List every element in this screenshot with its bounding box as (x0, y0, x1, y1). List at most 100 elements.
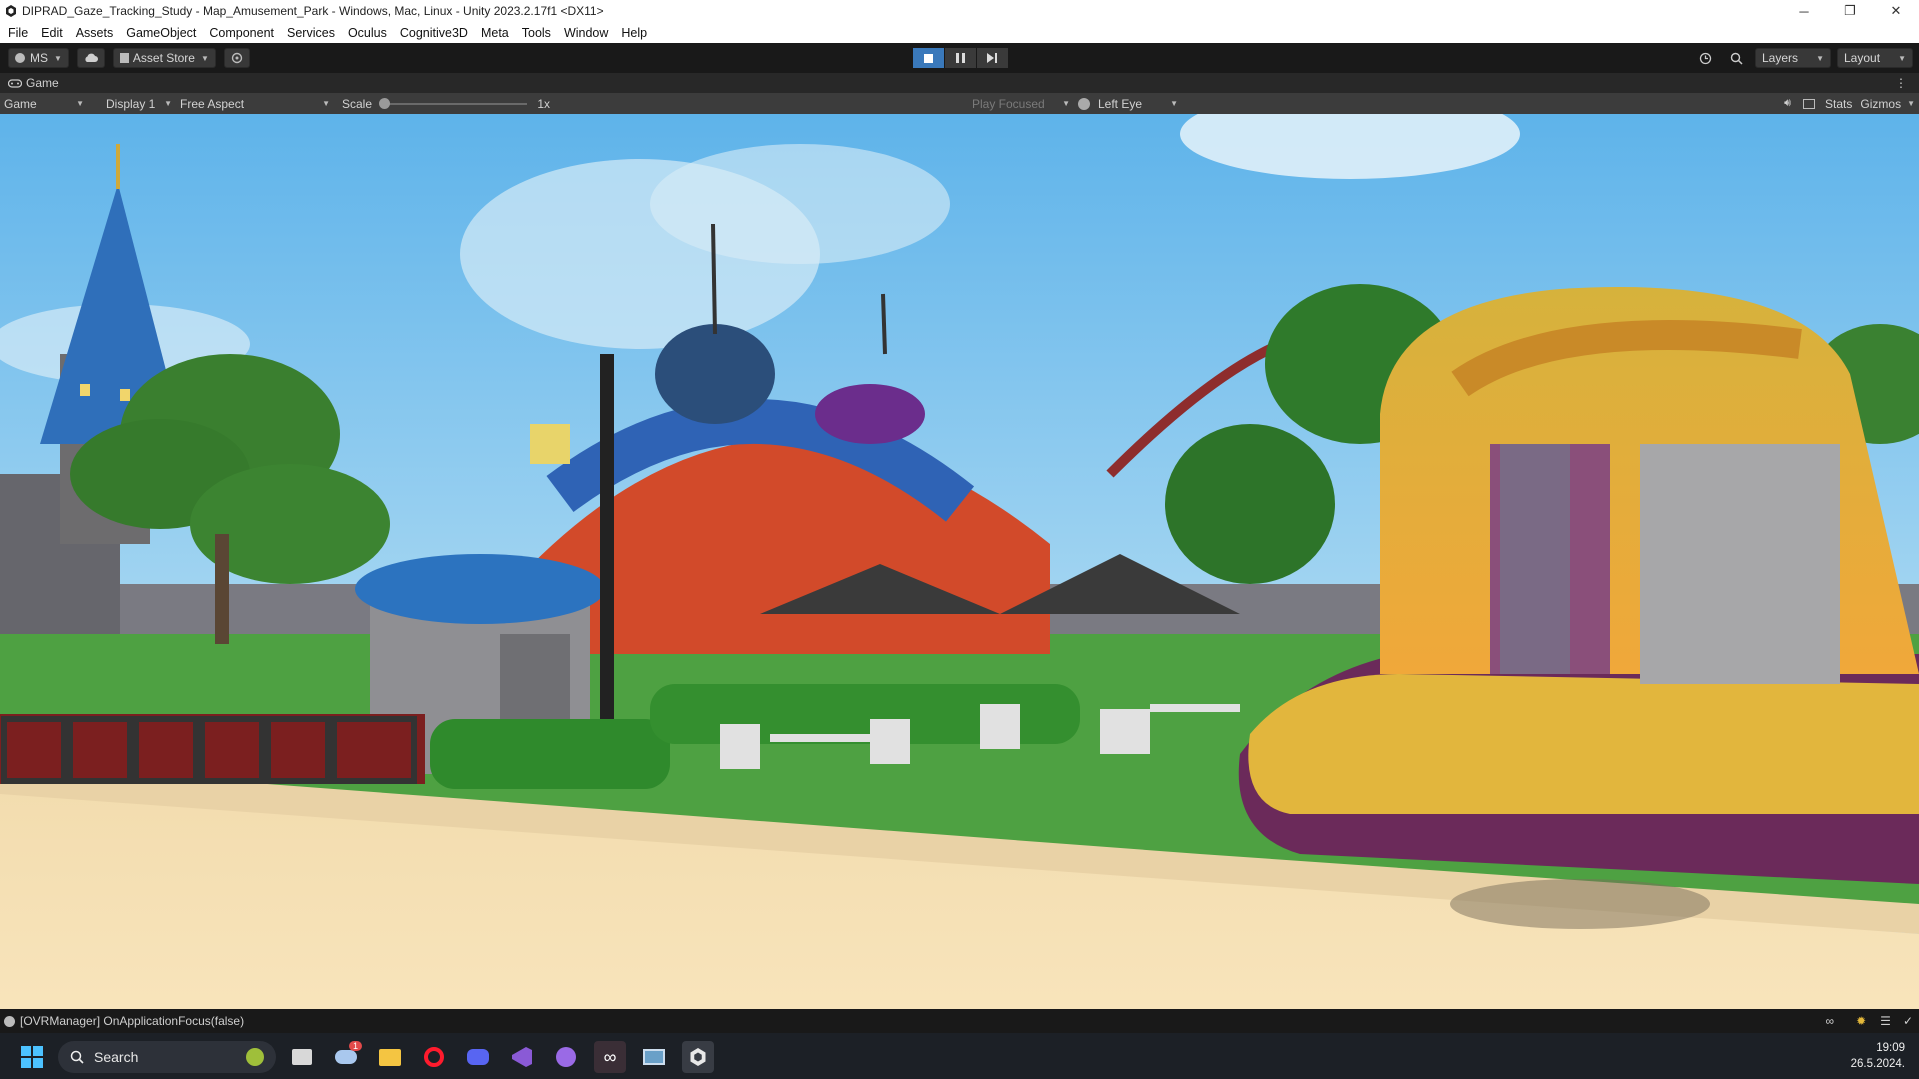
unity-icon (690, 1048, 706, 1066)
discord-icon (467, 1049, 489, 1065)
main-toolbar: MS ▼ Asset Store ▼ Layers ▼ Layout ▼ (0, 43, 1919, 73)
eye-dropdown[interactable]: Left Eye ▼ (1074, 93, 1182, 114)
asset-store-button[interactable]: Asset Store ▼ (112, 48, 216, 68)
eye-icon (1078, 97, 1090, 110)
step-button[interactable] (977, 48, 1008, 68)
meta-button[interactable]: ∞ (594, 1041, 626, 1073)
menu-window[interactable]: Window (564, 26, 608, 40)
window-titlebar: DIPRAD_Gaze_Tracking_Study - Map_Amuseme… (0, 0, 1919, 22)
menu-meta[interactable]: Meta (481, 26, 509, 40)
package-icon (231, 52, 243, 64)
scale-slider-handle[interactable] (379, 97, 391, 109)
layers-dropdown[interactable]: Layers ▼ (1755, 48, 1831, 68)
lighting-icon[interactable]: ✹ (1856, 1014, 1866, 1028)
aspect-dropdown[interactable]: Free Aspect ▼ (176, 93, 334, 114)
menu-bar: File Edit Assets GameObject Component Se… (0, 22, 1919, 43)
gizmos-caret-icon[interactable]: ▼ (1907, 99, 1915, 108)
system-clock[interactable]: 19:09 26.5.2024. (1851, 1040, 1905, 1072)
play-button[interactable] (913, 48, 944, 68)
info-icon (4, 1015, 15, 1027)
file-explorer-button[interactable] (374, 1041, 406, 1073)
game-viewport[interactable] (0, 114, 1919, 1009)
folder-icon (379, 1048, 401, 1066)
clock-date: 26.5.2024. (1850, 1058, 1905, 1070)
history-icon (1699, 52, 1712, 64)
task-view-icon (292, 1049, 312, 1065)
unity-button[interactable] (682, 1041, 714, 1073)
visual-studio-icon (512, 1047, 532, 1067)
progress-icon[interactable]: ✓ (1903, 1014, 1913, 1028)
scale-value: 1x (537, 96, 550, 111)
menu-oculus[interactable]: Oculus (348, 26, 387, 40)
play-controls (913, 48, 1009, 68)
package-button[interactable] (223, 48, 250, 68)
opera-icon (424, 1047, 444, 1067)
game-view-toolbar: Game ▼ Display 1 ▼ Free Aspect ▼ Scale 1x P… (0, 93, 1919, 114)
window-title: DIPRAD_Gaze_Tracking_Study - Map_Amuseme… (22, 4, 604, 18)
search-icon (1730, 52, 1743, 65)
search-button[interactable] (1724, 48, 1749, 68)
cloud-icon (85, 53, 98, 62)
windows-logo-icon (21, 1046, 43, 1068)
collab-icon[interactable]: ∞ (1826, 1014, 1835, 1028)
clock-time: 19:09 (1876, 1042, 1905, 1054)
stats-button[interactable]: Stats (1825, 97, 1852, 111)
grid-icon[interactable] (1803, 98, 1816, 109)
github-icon (556, 1047, 576, 1067)
console-status-bar[interactable]: [OVRManager] OnApplicationFocus(false) ∞… (0, 1009, 1919, 1033)
menu-gameobject[interactable]: GameObject (126, 26, 196, 40)
menu-component[interactable]: Component (209, 26, 274, 40)
right-toolbar: Layers ▼ Layout ▼ (1687, 48, 1919, 68)
monitor-icon (643, 1049, 665, 1065)
console-message: [OVRManager] OnApplicationFocus(false) (20, 1014, 245, 1028)
menu-services[interactable]: Services (287, 26, 335, 40)
tab-game[interactable]: Game (26, 76, 59, 90)
more-options-icon[interactable]: ⋮ (1895, 76, 1907, 90)
taskbar-search[interactable]: Search (58, 1041, 276, 1073)
amusement-park-scene (0, 114, 1919, 1009)
pause-icon (956, 53, 965, 63)
menu-tools[interactable]: Tools (522, 26, 551, 40)
cache-icon[interactable]: ☰ (1880, 1014, 1891, 1028)
weather-icon (335, 1050, 357, 1064)
windows-taskbar: Search 1 ∞ 19:09 26.5.2024. (0, 1033, 1919, 1079)
menu-file[interactable]: File (8, 26, 28, 40)
menu-edit[interactable]: Edit (41, 26, 63, 40)
gamepad-icon (8, 78, 22, 88)
menu-cognitive3d[interactable]: Cognitive3D (400, 26, 468, 40)
search-icon (70, 1050, 84, 1064)
scale-label: Scale (342, 96, 373, 111)
layout-dropdown[interactable]: Layout ▼ (1837, 48, 1913, 68)
account-button[interactable]: MS ▼ (8, 48, 69, 68)
account-icon (15, 53, 25, 63)
start-button[interactable] (16, 1041, 48, 1073)
pause-button[interactable] (945, 48, 976, 68)
gizmos-button[interactable]: Gizmos (1860, 97, 1901, 111)
history-button[interactable] (1693, 48, 1718, 68)
weather-badge: 1 (348, 1041, 362, 1051)
scale-slider[interactable] (379, 97, 528, 109)
discord-button[interactable] (462, 1041, 494, 1073)
visual-studio-button[interactable] (506, 1041, 538, 1073)
task-view-button[interactable] (286, 1041, 318, 1073)
minimize-button[interactable]: ─ (1781, 0, 1827, 22)
store-icon (119, 53, 129, 63)
game-mode-dropdown[interactable]: Game ▼ (0, 93, 88, 114)
menu-help[interactable]: Help (621, 26, 647, 40)
monitor-app-button[interactable] (638, 1041, 670, 1073)
play-focused-dropdown[interactable]: Play Focused ▼ (968, 93, 1074, 114)
weather-button[interactable]: 1 (330, 1041, 362, 1073)
close-button[interactable]: ✕ (1873, 0, 1919, 22)
audio-mute-icon[interactable]: 🔊︎ (1784, 97, 1791, 110)
restore-button[interactable]: ❐ (1827, 0, 1873, 22)
menu-assets[interactable]: Assets (76, 26, 114, 40)
github-button[interactable] (550, 1041, 582, 1073)
display-dropdown[interactable]: Display 1 ▼ (96, 93, 176, 114)
unity-logo-icon (0, 5, 22, 17)
opera-button[interactable] (418, 1041, 450, 1073)
game-tab-bar: Game ⋮ (0, 73, 1919, 93)
step-icon (987, 53, 997, 63)
search-highlight-icon (246, 1048, 264, 1066)
meta-icon: ∞ (603, 1046, 617, 1067)
cloud-button[interactable] (76, 48, 105, 68)
